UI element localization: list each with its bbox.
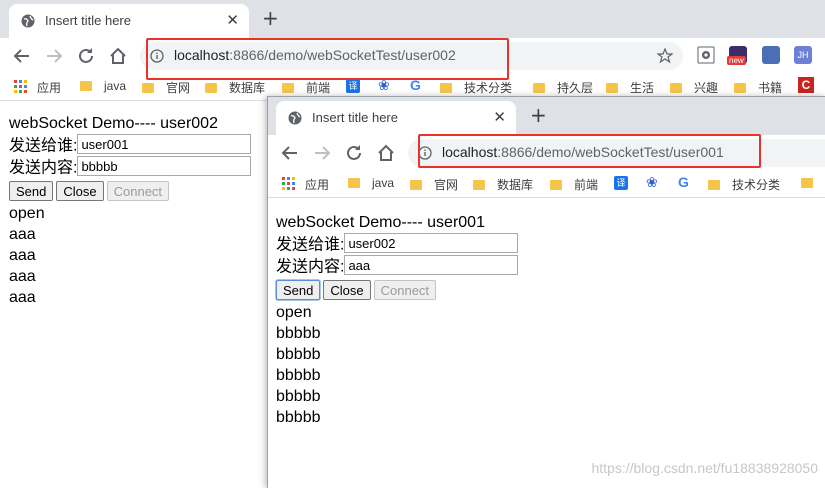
bookmark-official[interactable]: 官网 — [410, 176, 458, 193]
url-highlight-box — [146, 38, 509, 80]
folder-icon — [80, 81, 92, 91]
google-icon[interactable]: G — [678, 174, 689, 190]
folder-icon — [708, 180, 720, 190]
close-button[interactable]: Close — [323, 280, 371, 300]
bookmark-database[interactable]: 数据库 — [205, 79, 265, 96]
browser-tab[interactable]: Insert title here ✕ — [276, 101, 516, 135]
watermark: https://blog.csdn.net/fu18838928050 — [591, 460, 818, 476]
bookmark-life[interactable]: 生活 — [606, 79, 654, 96]
folder-icon — [348, 178, 360, 188]
to-input[interactable] — [344, 233, 519, 253]
bookmark-apps[interactable]: 应用 — [14, 79, 61, 96]
new-tab-button[interactable]: + — [530, 103, 547, 127]
to-label: 发送给谁: — [276, 236, 345, 254]
message-item: bbbbb — [276, 367, 321, 384]
message-item: bbbbb — [276, 346, 321, 363]
home-icon[interactable] — [374, 141, 398, 165]
forward-icon[interactable] — [42, 44, 66, 68]
url-highlight-box — [418, 134, 761, 168]
to-input[interactable] — [77, 134, 252, 154]
message-item: bbbbb — [276, 388, 321, 405]
extension-jh-icon[interactable]: JH — [794, 46, 812, 64]
back-icon[interactable] — [278, 141, 302, 165]
tab-title: Insert title here — [312, 110, 398, 125]
bookmark-official[interactable]: 官网 — [142, 79, 190, 96]
close-button[interactable]: Close — [56, 181, 104, 201]
bookmark-tech[interactable]: 技术分类 — [708, 176, 780, 193]
globe-icon — [288, 111, 302, 125]
page-content: webSocket Demo---- user002 发送给谁: 发送内容: S… — [9, 114, 252, 308]
connect-button[interactable]: Connect — [106, 181, 170, 201]
bookmark-database[interactable]: 数据库 — [473, 176, 533, 193]
folder-icon — [801, 178, 813, 188]
message-item: open — [9, 205, 45, 222]
back-icon[interactable] — [10, 44, 34, 68]
send-button[interactable]: Send — [276, 280, 321, 300]
folder-icon — [410, 180, 422, 190]
star-icon[interactable] — [657, 48, 673, 64]
translate-icon[interactable]: 译 — [614, 176, 628, 190]
connect-button[interactable]: Connect — [373, 280, 437, 300]
reload-icon[interactable] — [74, 44, 98, 68]
bookmark-persistence[interactable]: 持久层 — [533, 79, 593, 96]
translate-icon[interactable]: 译 — [346, 79, 360, 93]
bookmarks-bar: 应用 java 官网 数据库 前端 译 ❀ G 技术分类 — [268, 171, 825, 198]
bookmark-frontend[interactable]: 前端 — [550, 176, 598, 193]
extension-ja-icon[interactable]: new — [727, 46, 747, 65]
content-label: 发送内容: — [9, 159, 78, 177]
folder-icon — [440, 83, 452, 93]
folder-icon — [473, 180, 485, 190]
page-heading: webSocket Demo---- user002 — [9, 115, 218, 132]
content-label: 发送内容: — [276, 258, 345, 276]
paw-icon[interactable]: ❀ — [646, 174, 658, 191]
folder-icon — [550, 180, 562, 190]
apps-icon — [14, 80, 27, 93]
browser-tab[interactable]: Insert title here ✕ — [9, 4, 249, 38]
content-input[interactable] — [77, 156, 252, 176]
message-item: aaa — [9, 247, 36, 264]
close-tab-icon[interactable]: ✕ — [493, 108, 506, 126]
content-input[interactable] — [344, 255, 519, 275]
message-item: bbbbb — [276, 325, 321, 342]
page-heading: webSocket Demo---- user001 — [276, 214, 485, 231]
to-label: 发送给谁: — [9, 137, 78, 155]
browser-window-user001: Insert title here ✕ + localhost:8866/dem… — [267, 96, 825, 488]
bookmark-books[interactable]: 书籍 — [734, 79, 782, 96]
message-item: aaa — [9, 226, 36, 243]
bookmark-interest[interactable]: 兴趣 — [670, 79, 718, 96]
tab-strip: Insert title here ✕ + — [268, 97, 825, 135]
message-item: aaa — [9, 268, 36, 285]
bookmark-frontend[interactable]: 前端 — [282, 79, 330, 96]
bookmark-apps[interactable]: 应用 — [282, 176, 329, 193]
tab-title: Insert title here — [45, 13, 131, 28]
folder-icon — [606, 83, 618, 93]
globe-icon — [21, 14, 35, 28]
bookmark-java[interactable]: java — [80, 79, 126, 93]
folder-icon — [142, 83, 154, 93]
send-button[interactable]: Send — [9, 181, 54, 201]
extension-grid-icon[interactable] — [762, 46, 780, 64]
folder-icon — [205, 83, 217, 93]
forward-icon[interactable] — [310, 141, 334, 165]
bookmark-tech[interactable]: 技术分类 — [440, 79, 512, 96]
csdn-icon[interactable]: C — [798, 77, 814, 93]
folder-icon — [533, 83, 545, 93]
new-tab-button[interactable]: + — [262, 6, 279, 30]
message-item: bbbbb — [276, 409, 321, 426]
extension-gear-icon[interactable] — [697, 46, 715, 64]
reload-icon[interactable] — [342, 141, 366, 165]
bookmark-java[interactable]: java — [348, 176, 394, 190]
message-item: open — [276, 304, 312, 321]
bookmark-folder-partial[interactable] — [801, 176, 825, 190]
folder-icon — [734, 83, 746, 93]
close-tab-icon[interactable]: ✕ — [226, 11, 239, 29]
folder-icon — [282, 83, 294, 93]
message-item: aaa — [9, 289, 36, 306]
page-content: webSocket Demo---- user001 发送给谁: 发送内容: S… — [276, 213, 519, 428]
apps-icon — [282, 177, 295, 190]
folder-icon — [670, 83, 682, 93]
home-icon[interactable] — [106, 44, 130, 68]
tab-strip: Insert title here ✕ + — [0, 0, 825, 38]
